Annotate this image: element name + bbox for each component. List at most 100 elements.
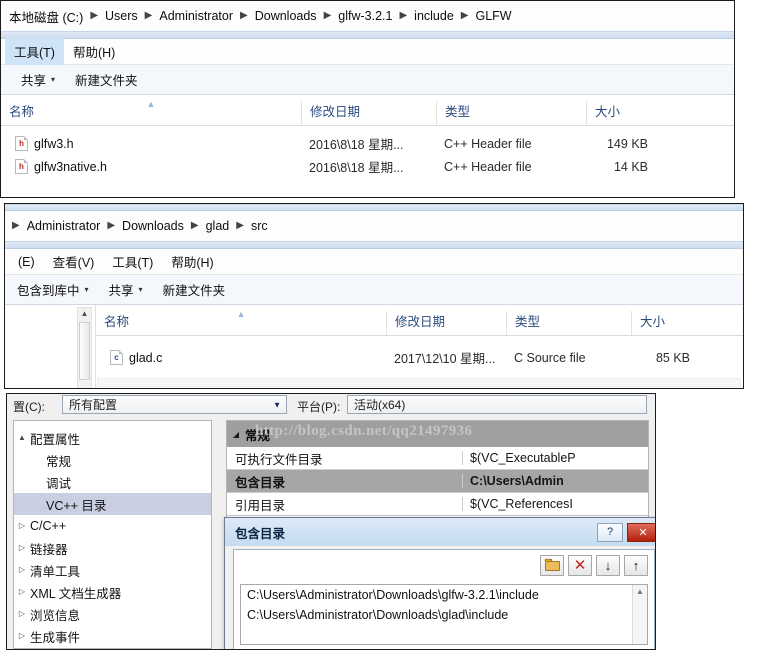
menu-item-edit[interactable]: (E) — [9, 251, 44, 273]
column-header-type-1[interactable]: 类型 — [436, 101, 586, 125]
breadcrumb-separator-icon: ▶ — [460, 10, 469, 21]
share-button-2[interactable]: 共享 ▾ — [99, 277, 153, 302]
column-label: 名称 — [9, 105, 35, 119]
collapse-twisty-icon[interactable]: ▷ — [14, 588, 30, 596]
column-header-type-2[interactable]: 类型 — [506, 311, 631, 335]
list-scrollbar[interactable]: ▲ — [632, 585, 647, 644]
column-header-name-2[interactable]: ▲ 名称 — [96, 310, 386, 335]
menu-item-help[interactable]: 帮助(H) — [64, 38, 124, 65]
platform-select[interactable]: 活动(x64) — [347, 395, 647, 414]
property-group-general[interactable]: ◢ 常规 http://blog.csdn.net/qq21497936 — [227, 421, 648, 447]
file-date: 2017\12\10 星期... — [394, 352, 496, 366]
collapse-twisty-icon[interactable]: ▷ — [14, 610, 30, 618]
address-bar-2[interactable]: ▶ Administrator ▶ Downloads ▶ glad ▶ src — [5, 211, 743, 241]
explorer-window-glad-src: ▶ Administrator ▶ Downloads ▶ glad ▶ src… — [4, 203, 744, 389]
menu-item-tools[interactable]: 工具(T) — [103, 248, 162, 275]
tree-node-browse-information[interactable]: ▷ 浏览信息 — [14, 603, 211, 625]
tree-node-debugging[interactable]: 调试 — [14, 471, 211, 493]
breadcrumb-item[interactable]: glfw-3.2.1 — [336, 9, 394, 23]
menu-item-tools[interactable]: 工具(T) — [5, 38, 64, 65]
new-folder-button-2[interactable]: 新建文件夹 — [153, 277, 236, 302]
dialog-title-bar[interactable]: 包含目录 ? ✕ — [225, 518, 655, 546]
expand-twisty-icon[interactable]: ◢ — [227, 430, 245, 439]
tree-node-custom-build-step[interactable]: ▷ 自定义生成步骤 — [14, 647, 211, 648]
scrollbar-thumb[interactable] — [79, 322, 90, 380]
configuration-select[interactable]: 所有配置 ▼ — [62, 395, 287, 414]
include-in-library-button[interactable]: 包含到库中 ▾ — [7, 277, 99, 302]
tree-node-vcpp-directories[interactable]: VC++ 目录 — [14, 493, 211, 515]
tree-node-linker[interactable]: ▷ 链接器 — [14, 537, 211, 559]
collapse-twisty-icon[interactable]: ▷ — [14, 632, 30, 640]
tree-node-manifest-tool[interactable]: ▷ 清单工具 — [14, 559, 211, 581]
breadcrumb-item[interactable]: GLFW — [474, 9, 514, 23]
column-header-date-2[interactable]: 修改日期 — [386, 311, 506, 335]
collapse-twisty-icon[interactable]: ▷ — [14, 522, 30, 530]
menu-item-view[interactable]: 查看(V) — [44, 248, 104, 275]
breadcrumb-item[interactable]: Downloads — [120, 219, 186, 233]
breadcrumb-item[interactable]: glad — [204, 219, 232, 233]
property-row-reference-directories[interactable]: 引用目录 $(VC_ReferencesI — [227, 493, 648, 516]
new-folder-label: 新建文件夹 — [162, 284, 226, 298]
move-up-icon[interactable]: ↑ — [624, 554, 648, 576]
file-date: 2016\8\18 星期... — [309, 161, 404, 175]
configuration-value: 所有配置 — [69, 398, 118, 412]
tree-node-label: 常规 — [46, 454, 72, 469]
menu-item-help[interactable]: 帮助(H) — [162, 248, 222, 275]
directories-list[interactable]: C:\Users\Administrator\Downloads\glfw-3.… — [240, 584, 648, 645]
close-icon[interactable]: ✕ — [627, 522, 655, 542]
folder-glyph: ✳ — [544, 557, 560, 571]
delete-icon[interactable]: ✕ — [568, 554, 592, 576]
property-row-include-directories[interactable]: 包含目录 C:\Users\Admin — [227, 470, 648, 493]
file-name-cell: h glfw3.h — [1, 136, 301, 151]
scroll-up-icon[interactable]: ▲ — [633, 588, 647, 596]
column-header-date-1[interactable]: 修改日期 — [301, 101, 436, 125]
help-button[interactable]: ? — [597, 522, 623, 542]
table-row[interactable]: h glfw3.h 2016\8\18 星期... C++ Header fil… — [1, 132, 734, 155]
breadcrumb-separator-icon: ▶ — [107, 220, 116, 231]
breadcrumb-item[interactable]: src — [249, 219, 270, 233]
platform-label: 平台(P): — [297, 400, 341, 414]
navigation-scrollbar[interactable]: ▲ — [77, 307, 92, 388]
collapse-twisty-icon[interactable]: ▷ — [14, 566, 30, 574]
breadcrumb-item[interactable]: include — [412, 9, 456, 23]
include-directories-dialog: 包含目录 ? ✕ ✳ ✕ ↓ ↑ C:\Users\Administrator\… — [224, 517, 655, 649]
new-folder-button-1[interactable]: 新建文件夹 — [65, 67, 148, 92]
platform-value: 活动(x64) — [354, 398, 406, 412]
column-label: 名称 — [104, 315, 130, 329]
scroll-up-icon[interactable]: ▲ — [78, 309, 91, 319]
property-category-tree[interactable]: ▲ 配置属性 常规 调试 VC++ 目录 ▷ C/C++ ▷ 链接器 ▷ 清单工… — [13, 420, 212, 649]
tree-node-label: C/C++ — [30, 519, 67, 533]
menu-bar-2: (E) 查看(V) 工具(T) 帮助(H) — [5, 249, 743, 275]
share-button-1[interactable]: 共享 ▾ — [11, 67, 65, 92]
move-down-icon[interactable]: ↓ — [596, 554, 620, 576]
tree-node-general[interactable]: 常规 — [14, 449, 211, 471]
new-folder-icon[interactable]: ✳ — [540, 554, 564, 576]
tree-node-xml-doc-generator[interactable]: ▷ XML 文档生成器 — [14, 581, 211, 603]
tree-node-build-events[interactable]: ▷ 生成事件 — [14, 625, 211, 647]
table-row[interactable]: c glad.c 2017\12\10 星期... C Source file … — [96, 346, 743, 369]
up-arrow-glyph: ↑ — [632, 557, 640, 573]
property-row-executable-directories[interactable]: 可执行文件目录 $(VC_ExecutableP — [227, 447, 648, 470]
dialog-toolbar: ✳ ✕ ↓ ↑ — [234, 550, 654, 580]
tree-node-c-cpp[interactable]: ▷ C/C++ — [14, 515, 211, 537]
navigation-pane-2[interactable]: ▲ — [5, 305, 96, 388]
breadcrumb-item[interactable]: Users — [103, 9, 140, 23]
breadcrumb-item[interactable]: 本地磁盘 (C:) — [7, 7, 85, 26]
breadcrumb-item[interactable]: Administrator — [157, 9, 235, 23]
column-header-size-2[interactable]: 大小 — [631, 311, 706, 335]
breadcrumb-item[interactable]: Administrator — [25, 219, 103, 233]
column-header-name-1[interactable]: ▲ 名称 — [1, 100, 301, 125]
address-bar-1[interactable]: 本地磁盘 (C:) ▶ Users ▶ Administrator ▶ Down… — [1, 1, 734, 31]
list-item[interactable]: C:\Users\Administrator\Downloads\glad\in… — [241, 605, 647, 625]
table-row[interactable]: h glfw3native.h 2016\8\18 星期... C++ Head… — [1, 155, 734, 178]
tree-node-configuration-properties[interactable]: ▲ 配置属性 — [14, 427, 211, 449]
collapse-twisty-icon[interactable]: ▷ — [14, 544, 30, 552]
breadcrumb-item[interactable]: Downloads — [253, 9, 319, 23]
column-header-size-1[interactable]: 大小 — [586, 101, 664, 125]
horizontal-scrollbar-2[interactable] — [97, 378, 741, 387]
property-value[interactable]: $(VC_ReferencesI — [462, 497, 648, 511]
property-value[interactable]: $(VC_ExecutableP — [462, 451, 648, 465]
expand-twisty-icon[interactable]: ▲ — [14, 434, 30, 442]
list-item[interactable]: C:\Users\Administrator\Downloads\glfw-3.… — [241, 585, 647, 605]
property-value[interactable]: C:\Users\Admin — [462, 474, 648, 488]
